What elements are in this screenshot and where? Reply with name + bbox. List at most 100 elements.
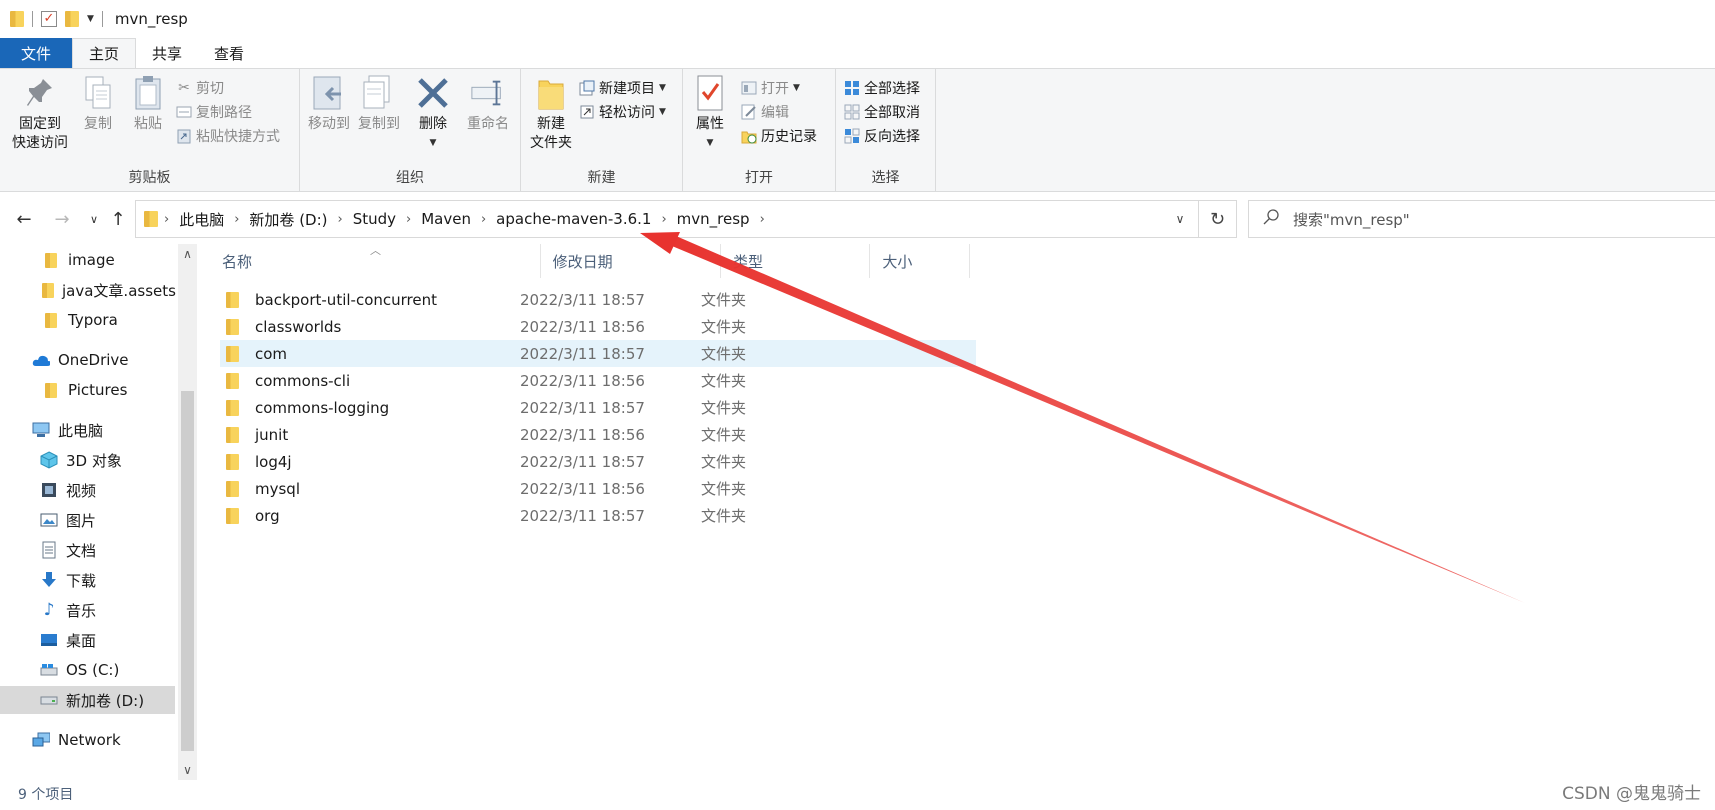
tab-file[interactable]: 文件: [0, 38, 72, 68]
easy-access-icon: [579, 104, 595, 120]
select-all-button[interactable]: 全部选择: [844, 77, 920, 99]
sidebar-item-pictures-lib[interactable]: 图片: [0, 506, 175, 534]
sidebar-item-documents[interactable]: 文档: [0, 536, 175, 564]
new-folder-quick-icon[interactable]: [65, 11, 79, 27]
paste-button[interactable]: 粘贴: [126, 73, 170, 134]
chevron-right-icon[interactable]: ›: [228, 212, 245, 227]
sidebar-item-drive-d[interactable]: 新加卷 (D:): [0, 686, 175, 714]
rename-button[interactable]: 重命名: [460, 73, 516, 134]
file-type: 文件夹: [701, 291, 747, 309]
chevron-right-icon[interactable]: ›: [754, 212, 771, 227]
chevron-right-icon[interactable]: ›: [332, 212, 349, 227]
copy-to-button[interactable]: 复制到: [355, 73, 403, 134]
up-arrow-icon[interactable]: ↑: [106, 206, 130, 232]
chevron-right-icon[interactable]: ›: [475, 212, 492, 227]
table-row[interactable]: classworlds 2022/3/11 18:56 文件夹: [220, 313, 976, 340]
breadcrumb-this-pc[interactable]: 此电脑: [175, 209, 228, 230]
sidebar-item-image[interactable]: image: [0, 246, 175, 274]
ribbon-tabs: 文件 主页 共享 查看: [0, 38, 1715, 68]
recent-locations-chevron-icon[interactable]: ∨: [82, 206, 106, 232]
file-type: 文件夹: [701, 372, 747, 390]
paste-shortcut-button[interactable]: 粘贴快捷方式: [176, 125, 280, 147]
file-name-cell[interactable]: junit: [220, 426, 520, 444]
chevron-right-icon[interactable]: ›: [655, 212, 672, 227]
table-row[interactable]: org 2022/3/11 18:57 文件夹: [220, 502, 976, 529]
chevron-right-icon[interactable]: ›: [400, 212, 417, 227]
scrollbar-thumb[interactable]: [181, 391, 194, 751]
search-input[interactable]: 搜索"mvn_resp": [1248, 200, 1715, 238]
column-header-name[interactable]: ︿ 名称: [210, 244, 541, 278]
sidebar-item-onedrive[interactable]: OneDrive: [0, 346, 175, 374]
scroll-up-chevron-icon[interactable]: ∧: [178, 244, 197, 264]
address-history-chevron-icon[interactable]: ∨: [1162, 201, 1198, 237]
copy-path-button[interactable]: 复制路径: [176, 101, 252, 123]
column-header-type[interactable]: 类型: [721, 244, 871, 278]
edit-button[interactable]: 编辑: [741, 101, 789, 123]
cut-button[interactable]: ✂ 剪切: [176, 77, 224, 99]
sidebar-item-network[interactable]: Network: [0, 726, 175, 754]
sidebar-item-java-assets[interactable]: java文章.assets: [0, 276, 176, 304]
column-header-size[interactable]: 大小: [870, 244, 971, 278]
sidebar-item-pictures[interactable]: Pictures: [0, 376, 175, 404]
table-row[interactable]: log4j 2022/3/11 18:57 文件夹: [220, 448, 976, 475]
address-bar[interactable]: › 此电脑 › 新加卷 (D:) › Study › Maven › apach…: [135, 200, 1199, 238]
file-name-cell[interactable]: org: [220, 507, 520, 525]
breadcrumb-apache-maven[interactable]: apache-maven-3.6.1: [492, 210, 655, 228]
clipboard-group: 固定到 快速访问 复制 粘贴 ✂ 剪切 复制路径 粘贴快捷方式 剪贴板: [0, 69, 300, 191]
new-folder-button[interactable]: 新建 文件夹: [525, 73, 577, 153]
breadcrumb-maven[interactable]: Maven: [417, 210, 475, 228]
tab-share[interactable]: 共享: [136, 38, 198, 68]
open-button[interactable]: 打开 ▼: [741, 77, 800, 99]
file-type: 文件夹: [701, 345, 747, 363]
file-date: 2022/3/11 18:56: [520, 479, 645, 498]
forward-arrow-icon[interactable]: →: [50, 206, 74, 232]
select-none-button[interactable]: 全部取消: [844, 101, 920, 123]
table-row[interactable]: com 2022/3/11 18:57 文件夹: [220, 340, 976, 367]
file-name-cell[interactable]: classworlds: [220, 318, 520, 336]
file-name-cell[interactable]: com: [220, 345, 520, 363]
sidebar-item-typora[interactable]: Typora: [0, 306, 175, 334]
properties-button[interactable]: 属性 ▼: [688, 73, 732, 153]
tab-view[interactable]: 查看: [198, 38, 260, 68]
sidebar-item-music[interactable]: ♪ 音乐: [0, 596, 175, 624]
properties-quick-icon[interactable]: ✓: [41, 11, 57, 27]
column-header-date[interactable]: 修改日期: [541, 244, 721, 278]
chevron-right-icon[interactable]: ›: [158, 212, 175, 227]
table-row[interactable]: junit 2022/3/11 18:56 文件夹: [220, 421, 976, 448]
file-name-cell[interactable]: commons-logging: [220, 399, 520, 417]
breadcrumb-mvn-resp[interactable]: mvn_resp: [673, 210, 754, 228]
breadcrumb-drive-d[interactable]: 新加卷 (D:): [245, 209, 331, 230]
file-name-cell[interactable]: mysql: [220, 480, 520, 498]
new-item-button[interactable]: 新建项目 ▼: [579, 77, 666, 99]
copy-button[interactable]: 复制: [76, 73, 120, 134]
scroll-down-chevron-icon[interactable]: ∨: [178, 760, 197, 780]
breadcrumb: › 此电脑 › 新加卷 (D:) › Study › Maven › apach…: [136, 201, 1162, 237]
breadcrumb-study[interactable]: Study: [349, 210, 400, 228]
table-row[interactable]: mysql 2022/3/11 18:56 文件夹: [220, 475, 976, 502]
pin-quick-access-button[interactable]: 固定到 快速访问: [6, 73, 74, 153]
sidebar-item-videos[interactable]: 视频: [0, 476, 175, 504]
folder-icon: [226, 453, 239, 470]
file-name-cell[interactable]: log4j: [220, 453, 520, 471]
back-arrow-icon[interactable]: ←: [12, 206, 36, 232]
customize-quick-access-icon[interactable]: ▼: [87, 14, 94, 24]
table-row[interactable]: commons-logging 2022/3/11 18:57 文件夹: [220, 394, 976, 421]
easy-access-button[interactable]: 轻松访问 ▼: [579, 101, 666, 123]
sidebar-item-this-pc[interactable]: 此电脑: [0, 416, 175, 444]
move-to-button[interactable]: 移动到: [305, 73, 353, 134]
tab-home[interactable]: 主页: [72, 38, 137, 68]
file-name-cell[interactable]: backport-util-concurrent: [220, 291, 520, 309]
sidebar-item-desktop[interactable]: 桌面: [0, 626, 175, 654]
history-button[interactable]: 历史记录: [741, 125, 817, 147]
refresh-icon[interactable]: ↻: [1199, 200, 1237, 238]
sidebar-item-drive-c[interactable]: OS (C:): [0, 656, 175, 684]
sidebar-item-downloads[interactable]: 下载: [0, 566, 175, 594]
file-name: classworlds: [255, 317, 342, 336]
delete-button[interactable]: 删除 ▼: [411, 73, 455, 153]
table-row[interactable]: backport-util-concurrent 2022/3/11 18:57 文…: [220, 286, 976, 313]
file-name-cell[interactable]: commons-cli: [220, 372, 520, 390]
sidebar-item-3d-objects[interactable]: 3D 对象: [0, 446, 175, 474]
sidebar-scrollbar[interactable]: ∧ ∨: [178, 244, 197, 780]
invert-selection-button[interactable]: 反向选择: [844, 125, 920, 147]
table-row[interactable]: commons-cli 2022/3/11 18:56 文件夹: [220, 367, 976, 394]
